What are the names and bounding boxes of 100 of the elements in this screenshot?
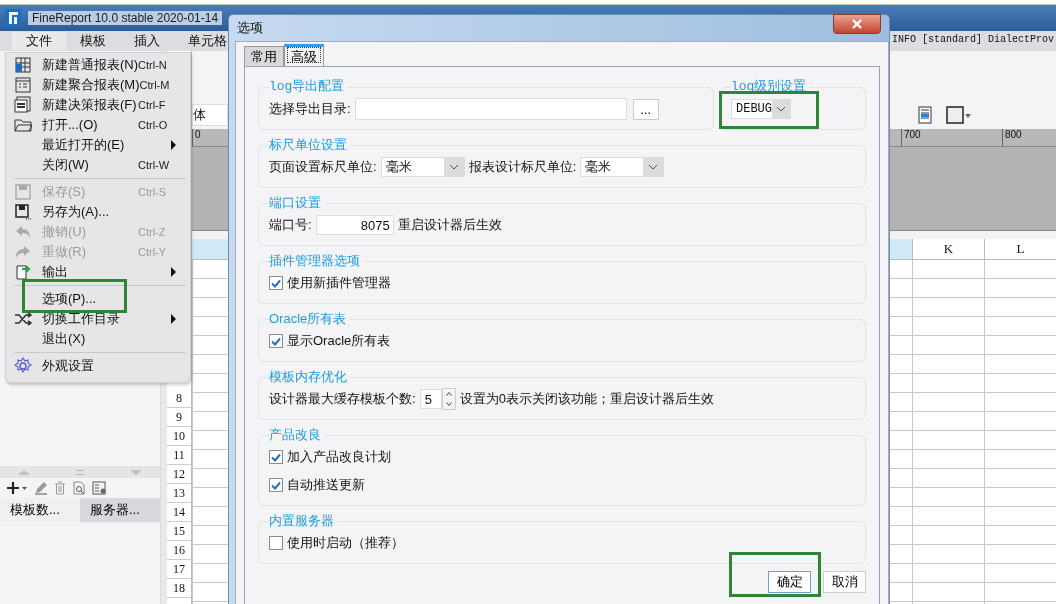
chevron-down-icon <box>776 106 786 112</box>
spin-down-icon <box>445 402 452 406</box>
menu-entry[interactable]: 退出(X) <box>6 329 190 349</box>
check-icon <box>271 336 281 346</box>
save-icon <box>14 183 32 201</box>
section-title: 标尺单位设置 <box>269 137 351 153</box>
check-icon <box>271 452 281 462</box>
browse-button[interactable]: ... <box>632 98 659 120</box>
dialog-button[interactable]: 确定 <box>768 571 811 593</box>
app-logo-icon <box>4 8 22 28</box>
save-as-icon <box>14 203 32 221</box>
row-number: 16 <box>167 541 191 560</box>
tab[interactable]: 高级 <box>284 44 324 66</box>
chevron-down-icon <box>648 164 659 170</box>
shortcut-text: Ctrl-Z <box>138 226 167 238</box>
dropdown[interactable]: 毫米 <box>380 157 465 177</box>
shortcut-text: Ctrl-W <box>138 159 171 171</box>
checkbox[interactable] <box>269 276 283 290</box>
section-title: 插件管理器选项 <box>269 253 364 269</box>
panel-tab[interactable]: 模板数... <box>0 498 80 522</box>
shuffle-icon <box>14 310 32 328</box>
grip-icon[interactable] <box>76 469 84 475</box>
submenu-arrow-icon <box>171 140 176 150</box>
checkbox-label: 自动推送更新 <box>287 476 365 494</box>
checkbox-label: 加入产品改良计划 <box>287 448 391 466</box>
menu-entry[interactable]: 选项(P)... <box>6 289 190 309</box>
row-number: 12 <box>167 465 191 484</box>
column-header[interactable]: K <box>912 239 984 259</box>
section-title: Oracle所有表 <box>269 311 351 327</box>
window-title: FineReport 10.0 stable 2020-01-14 <box>28 11 223 25</box>
row-number: 11 <box>167 446 191 465</box>
shortcut-text: Ctrl-S <box>138 186 168 198</box>
close-button[interactable] <box>833 14 881 34</box>
tab[interactable]: 常用 <box>244 46 284 66</box>
ruler-label: 700 <box>901 129 1002 146</box>
row-number: 13 <box>167 484 191 503</box>
row-number: 15 <box>167 522 191 541</box>
menu-entry[interactable]: 关闭(W) Ctrl-W <box>6 155 190 175</box>
row-number: 17 <box>167 560 191 579</box>
folder-icon <box>14 116 32 134</box>
menu-entry[interactable]: 输出 <box>6 262 190 282</box>
shortcut-text: Ctrl-N <box>138 59 168 71</box>
menu-entry[interactable]: 新建决策报表(F)Ctrl-F <box>6 95 190 115</box>
note-text: 重启设计器后生效 <box>397 216 502 234</box>
menu-entry[interactable]: 另存为(A)... <box>6 202 190 222</box>
shortcut-text: Ctrl-F <box>138 99 167 111</box>
menu-item[interactable]: 插入 <box>120 32 174 50</box>
section-title: 端口设置 <box>269 195 325 211</box>
font-field[interactable]: 体 <box>192 104 228 126</box>
grid-icon <box>14 56 32 74</box>
dropdown[interactable]: 毫米 <box>580 157 665 177</box>
row-number: 10 <box>167 427 191 446</box>
shortcut-text: Ctrl-M <box>139 79 171 91</box>
menu-entry[interactable]: 新建普通报表(N)Ctrl-N <box>6 55 190 75</box>
trash-icon[interactable] <box>54 481 66 495</box>
menu-entry[interactable]: 新建聚合报表(M)Ctrl-M <box>6 75 190 95</box>
row-number: 8 <box>167 389 191 408</box>
section-title: log导出配置 <box>269 79 349 95</box>
row-number: 18 <box>167 579 191 598</box>
shortcut-text: Ctrl-O <box>138 119 169 131</box>
check-icon <box>271 278 281 288</box>
checkbox-label: 显示Oracle所有表 <box>287 332 391 350</box>
check-icon <box>271 480 281 490</box>
menu-item[interactable]: 模板 <box>66 32 120 50</box>
section-title: 产品改良 <box>269 427 325 443</box>
menu-entry[interactable]: 切换工作目录 <box>6 309 190 329</box>
preview-icon[interactable] <box>72 481 86 495</box>
menu-entry[interactable]: 外观设置 <box>6 356 190 376</box>
note-text: 设置为0表示关闭该功能；重启设计器后生效 <box>459 390 714 408</box>
menu-entry[interactable]: 打开...(O) Ctrl-O <box>6 115 190 135</box>
checkbox[interactable] <box>269 536 283 550</box>
column-header[interactable]: L <box>984 239 1056 259</box>
field-label: 选择导出目录: <box>269 100 351 118</box>
chevron-down-icon <box>448 164 459 170</box>
row-number: 9 <box>167 408 191 427</box>
checkbox[interactable] <box>269 334 283 348</box>
section-title: 内置服务器 <box>269 513 338 529</box>
checkbox[interactable] <box>269 450 283 464</box>
field-label: 报表设计标尺单位: <box>468 158 577 176</box>
pencil-icon[interactable] <box>34 481 48 495</box>
border-icon[interactable] <box>946 106 972 124</box>
submenu-arrow-icon <box>171 314 176 324</box>
section-title: 模板内存优化 <box>269 369 351 385</box>
menu-item[interactable]: 文件 <box>12 32 66 50</box>
settings-icon[interactable] <box>92 481 107 495</box>
export-icon <box>14 263 32 281</box>
close-icon <box>851 19 863 29</box>
dropdown[interactable]: DEBUG <box>731 99 791 119</box>
directory-field[interactable] <box>354 98 627 120</box>
row-number: 14 <box>167 503 191 522</box>
page-icon[interactable] <box>918 106 932 124</box>
panel-tab[interactable]: 服务器... <box>80 498 160 522</box>
menu-entry[interactable]: 最近打开的(E) <box>6 135 190 155</box>
checkbox[interactable] <box>269 478 283 492</box>
list-icon <box>14 76 32 94</box>
port-field[interactable]: 8075 <box>315 215 394 235</box>
spin-up-icon <box>445 392 452 396</box>
dialog-button[interactable]: 取消 <box>823 571 866 593</box>
add-icon[interactable] <box>6 481 28 495</box>
checkbox-label: 使用新插件管理器 <box>287 274 391 292</box>
